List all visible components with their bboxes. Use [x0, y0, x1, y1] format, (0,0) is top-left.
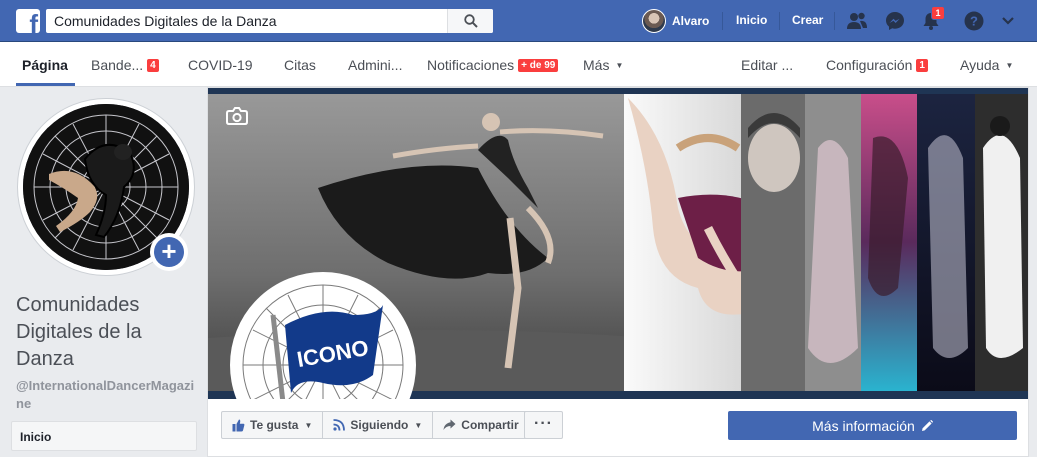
tab-label: Notificaciones — [427, 57, 515, 73]
search-input[interactable] — [46, 9, 451, 33]
tab-configuracion[interactable]: Configuración 1 — [826, 57, 928, 73]
tab-notificaciones[interactable]: Notificaciones + de 99 — [427, 57, 559, 73]
count-badge: 1 — [916, 59, 928, 72]
share-arrow-icon — [443, 419, 456, 430]
tab-label: Más — [583, 57, 610, 73]
sidebar-item-inicio[interactable]: Inicio — [11, 421, 197, 451]
nav-user-profile[interactable]: Alvaro — [642, 9, 709, 33]
home-link[interactable]: Inicio — [736, 13, 767, 27]
tab-editar[interactable]: Editar ... — [741, 57, 793, 73]
camera-icon[interactable] — [226, 106, 248, 126]
divider — [779, 12, 780, 30]
page-title: Comunidades Digitales de la Danza — [16, 294, 142, 370]
sidebar-item-label: Inicio — [20, 430, 52, 444]
help-question-icon[interactable]: ? — [963, 10, 985, 32]
page-actions-group: Te gusta ▼ Siguiendo ▼ Compartir — [221, 411, 530, 439]
page-tabs-bar: Página Bande... 4 COVID-19 Citas Admini..… — [0, 42, 1037, 87]
tab-citas[interactable]: Citas — [284, 57, 316, 73]
more-info-cta-button[interactable]: Más información — [728, 411, 1017, 440]
tab-pagina[interactable]: Página — [22, 57, 68, 73]
following-label: Siguiendo — [350, 418, 409, 432]
divider — [722, 12, 723, 30]
tab-label: Configuración — [826, 57, 913, 73]
search-icon — [464, 14, 478, 28]
top-navigation-bar: f Alvaro Inicio Crear 1 ? — [0, 0, 1037, 42]
rss-feed-icon — [333, 419, 346, 431]
left-sidebar: + Comunidades Digitales de la Danza @Int… — [0, 87, 207, 457]
create-link[interactable]: Crear — [792, 13, 823, 27]
logo-letter: f — [29, 9, 38, 33]
tab-ayuda[interactable]: Ayuda ▼ — [960, 57, 1013, 73]
search-button[interactable] — [447, 9, 493, 33]
caret-down-icon: ▼ — [1005, 61, 1014, 70]
tab-bandeja[interactable]: Bande... 4 — [91, 57, 159, 73]
update-profile-picture-button[interactable]: + — [150, 233, 188, 271]
account-menu-chevron-down-icon[interactable] — [1001, 10, 1015, 32]
more-options-button[interactable]: ··· — [524, 411, 563, 439]
active-tab-indicator — [16, 83, 75, 86]
tab-label: Bande... — [91, 57, 144, 73]
tab-mas[interactable]: Más ▼ — [583, 57, 623, 73]
friend-requests-icon[interactable] — [846, 10, 868, 32]
caret-down-icon: ▼ — [414, 420, 423, 430]
share-button[interactable]: Compartir — [433, 412, 528, 438]
caret-down-icon: ▼ — [615, 61, 624, 70]
pencil-edit-icon[interactable] — [921, 419, 933, 432]
plus-icon: + — [154, 237, 184, 267]
like-button[interactable]: Te gusta ▼ — [222, 412, 324, 438]
tab-covid-19[interactable]: COVID-19 — [188, 57, 253, 73]
main-content: ICONO Te gusta ▼ Siguiendo ▼ Compartir ·… — [207, 87, 1029, 457]
page-username[interactable]: @InternationalDancerMagazine — [16, 377, 196, 413]
search-box — [46, 9, 493, 33]
count-badge: + de 99 — [518, 59, 559, 72]
like-label: Te gusta — [250, 418, 299, 432]
facebook-logo-icon[interactable]: f — [16, 9, 40, 33]
svg-text:?: ? — [970, 14, 978, 29]
thumbs-up-icon — [232, 419, 245, 431]
divider — [834, 12, 835, 30]
count-badge: 4 — [147, 59, 159, 72]
cover-photo[interactable]: ICONO — [208, 88, 1028, 399]
tab-administrar[interactable]: Admini... — [348, 57, 402, 73]
following-button[interactable]: Siguiendo ▼ — [323, 412, 434, 438]
caret-down-icon: ▼ — [304, 420, 313, 430]
cta-label: Más información — [812, 417, 915, 434]
user-name: Alvaro — [672, 14, 710, 28]
avatar — [642, 9, 666, 33]
tab-label: Ayuda — [960, 57, 1000, 73]
notifications-count-badge: 1 — [931, 6, 945, 20]
page-action-bar: Te gusta ▼ Siguiendo ▼ Compartir ··· Más… — [208, 399, 1028, 456]
messenger-icon[interactable] — [884, 10, 906, 32]
share-label: Compartir — [461, 418, 519, 432]
